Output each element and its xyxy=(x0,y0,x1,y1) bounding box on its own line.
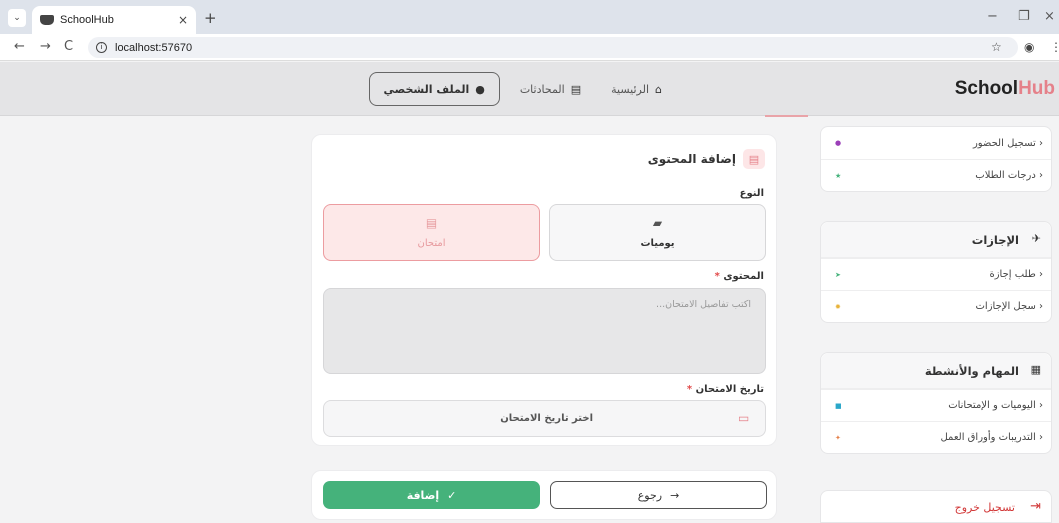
calendar-icon: ▭ xyxy=(738,411,750,425)
sidebar-item-leave-request[interactable]: ➤ ‹ طلب إجازة xyxy=(821,258,1051,290)
plane-icon: ✈ xyxy=(1031,232,1041,245)
browser-tab[interactable]: SchoolHub × xyxy=(32,6,196,34)
tab-close-icon[interactable]: × xyxy=(178,13,188,27)
window-close-button[interactable]: × xyxy=(1044,9,1055,24)
back-button[interactable]: ← xyxy=(14,39,25,54)
home-icon: ⌂ xyxy=(655,82,662,96)
arrow-right-icon: → xyxy=(670,488,680,502)
clipboard-icon: ▤ xyxy=(425,216,438,230)
profile-icon[interactable]: ◉ xyxy=(1024,40,1034,54)
content-textarea[interactable]: اكتب تفاصيل الامتحان... xyxy=(323,288,766,374)
square-icon: ■ xyxy=(835,401,842,410)
address-bar-row: ← → C i localhost:57670 ☆ ◉ ⋮ xyxy=(0,34,1059,61)
content-placeholder: اكتب تفاصيل الامتحان... xyxy=(656,299,751,310)
restore-button[interactable]: ❐ xyxy=(1018,9,1030,24)
form-actions: رجوع → إضافة ✓ xyxy=(311,470,777,520)
tab-title: SchoolHub xyxy=(60,14,114,26)
bullet-icon: ● xyxy=(835,139,842,147)
back-button[interactable]: رجوع → xyxy=(550,481,767,509)
logout-icon: ⇥ xyxy=(1030,499,1041,514)
date-label: تاريخ الامتحان * xyxy=(686,384,764,395)
pin-icon: ✦ xyxy=(835,433,841,442)
type-option-exam[interactable]: ▤ امتحان xyxy=(323,204,540,261)
nav-home[interactable]: ⌂ الرئيسية xyxy=(601,72,672,106)
add-content-form: ▤ إضافة المحتوى النوع ▰ يوميات ▤ امتحان … xyxy=(311,134,777,446)
sidebar-item-student-grades[interactable]: ★ ‹ درجات الطلاب xyxy=(821,159,1051,191)
sidebar-item-exercises-worksheets[interactable]: ✦ ‹ التدريبات وأوراق العمل xyxy=(821,421,1051,453)
type-option-diary[interactable]: ▰ يوميات xyxy=(549,204,766,261)
new-tab-button[interactable]: + xyxy=(204,9,217,27)
send-icon: ➤ xyxy=(835,270,841,279)
nav-profile[interactable]: ● الملف الشخصي xyxy=(368,72,500,106)
site-info-icon[interactable]: i xyxy=(96,42,107,53)
nav-chats[interactable]: ▤ المحادثات xyxy=(510,72,591,106)
date-placeholder: اختر تاريخ الامتحان xyxy=(500,413,593,424)
browser-tab-bar: ⌄ SchoolHub × + − ❐ × xyxy=(0,0,1059,34)
bookmark-star-icon[interactable]: ☆ xyxy=(991,40,1002,54)
check-icon: ✓ xyxy=(447,488,457,502)
tab-search-button[interactable]: ⌄ xyxy=(8,9,26,27)
app-header: SchoolHub ⌂ الرئيسية ▤ المحادثات ● الملف… xyxy=(0,62,1059,116)
sidebar-heading-leaves: ✈ الإجازات xyxy=(821,222,1051,258)
url-input[interactable]: i localhost:57670 xyxy=(88,37,1018,58)
star-icon: ★ xyxy=(835,171,842,180)
sidebar-group-leaves: ✈ الإجازات ➤ ‹ طلب إجازة ✹ ‹ سجل الإجازا… xyxy=(820,221,1052,323)
minimize-button[interactable]: − xyxy=(987,9,998,24)
top-navigation: ⌂ الرئيسية ▤ المحادثات ● الملف الشخصي xyxy=(368,72,672,106)
sidebar-group-tasks: ▦ المهام والأنشطة ■ ‹ اليوميات و الإمتحا… xyxy=(820,352,1052,454)
sidebar-item-attendance[interactable]: ● ‹ تسجيل الحضور xyxy=(821,127,1051,159)
clipboard-icon: ▦ xyxy=(1030,363,1041,376)
chat-icon: ▤ xyxy=(570,82,582,96)
tag-icon: ▰ xyxy=(652,216,663,230)
sidebar-item-leave-log[interactable]: ✹ ‹ سجل الإجازات xyxy=(821,290,1051,322)
sidebar-item-diaries-exams[interactable]: ■ ‹ اليوميات و الإمتحانات xyxy=(821,389,1051,421)
add-button[interactable]: إضافة ✓ xyxy=(323,481,540,509)
forward-button[interactable]: → xyxy=(40,39,51,54)
decorative-accent-line xyxy=(765,115,808,117)
url-text: localhost:57670 xyxy=(115,41,193,54)
logout-button[interactable]: ⇥ تسجيل خروج xyxy=(820,490,1052,523)
form-title: إضافة المحتوى xyxy=(647,152,736,166)
sun-icon: ✹ xyxy=(835,302,841,311)
content-label: المحتوى * xyxy=(714,271,764,282)
user-icon: ● xyxy=(475,82,485,96)
browser-menu-icon[interactable]: ⋮ xyxy=(1050,40,1059,54)
type-label: النوع xyxy=(739,188,764,199)
brand-logo[interactable]: SchoolHub xyxy=(955,78,1055,100)
reload-button[interactable]: C xyxy=(64,39,73,54)
clipboard-icon: ▤ xyxy=(743,149,765,169)
sidebar-heading-tasks: ▦ المهام والأنشطة xyxy=(821,353,1051,389)
exam-date-picker[interactable]: اختر تاريخ الامتحان ▭ xyxy=(323,400,766,437)
favicon-icon xyxy=(40,15,54,25)
sidebar-group-grades: ● ‹ تسجيل الحضور ★ ‹ درجات الطلاب xyxy=(820,126,1052,192)
